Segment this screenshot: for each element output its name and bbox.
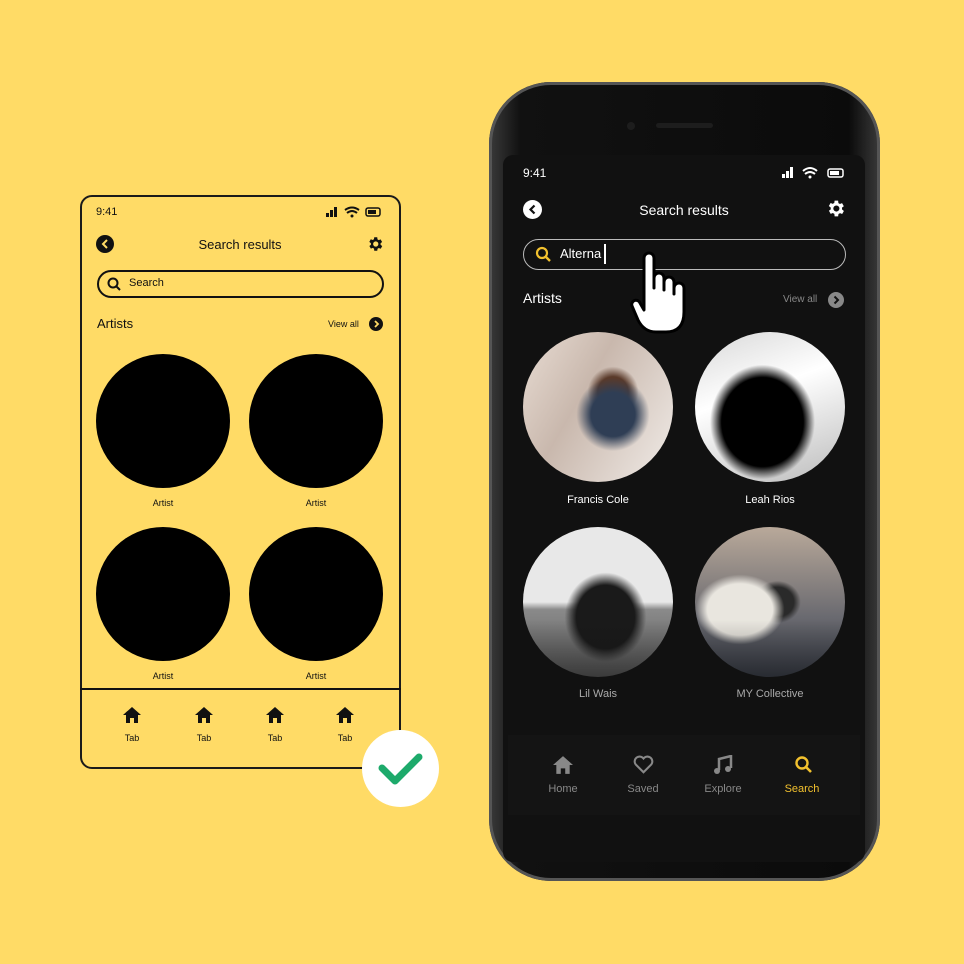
search-icon: [535, 246, 551, 262]
back-icon[interactable]: [523, 200, 542, 219]
tab-search[interactable]: Search: [785, 783, 820, 795]
wf-section-title: Artists: [97, 316, 134, 331]
artist-photo-leah-rios[interactable]: [695, 332, 845, 482]
artist-name: Francis Cole: [567, 494, 629, 506]
wf-home-icon[interactable]: [266, 707, 284, 723]
wf-artist-image[interactable]: [96, 527, 230, 661]
wf-artist-name: Artist: [152, 498, 174, 508]
wf-status-icons: [326, 206, 381, 218]
heart-icon[interactable]: [633, 755, 654, 774]
speaker: [656, 123, 713, 128]
artist-photo-francis-cole[interactable]: [523, 332, 673, 482]
tab-explore[interactable]: Explore: [704, 783, 741, 795]
tab-bar: [508, 735, 860, 815]
section-title: Artists: [523, 290, 562, 306]
wf-title: Search results: [198, 237, 282, 252]
view-all-link[interactable]: View all: [783, 294, 817, 305]
wf-search-icon: [107, 277, 121, 291]
search-value: Alterna: [560, 246, 602, 261]
wf-home-icon[interactable]: [195, 707, 213, 723]
checkmark-badge: [362, 730, 439, 807]
wf-artist-image[interactable]: [249, 354, 383, 488]
wf-view-all[interactable]: View all: [328, 319, 359, 329]
wf-tab-label: Tab: [196, 733, 212, 743]
fade-overlay: [503, 620, 865, 680]
tab-home[interactable]: Home: [548, 783, 577, 795]
tab-saved[interactable]: Saved: [627, 783, 658, 795]
wf-gear-icon[interactable]: [366, 235, 384, 253]
wf-tab-label: Tab: [124, 733, 140, 743]
wf-home-icon[interactable]: [336, 707, 354, 723]
gear-icon[interactable]: [825, 198, 846, 219]
wf-artist-image[interactable]: [96, 354, 230, 488]
wf-status-time: 9:41: [96, 206, 118, 218]
wf-tab-label: Tab: [337, 733, 353, 743]
status-icons: [782, 167, 844, 179]
wf-search-placeholder: Search: [129, 277, 164, 289]
artist-name: Lil Wais: [578, 688, 618, 700]
wf-artist-name: Artist: [152, 671, 174, 681]
camera: [627, 122, 635, 130]
page-title: Search results: [639, 202, 729, 218]
wf-back-icon[interactable]: [96, 235, 114, 253]
wf-chevron-right-icon[interactable]: [369, 317, 383, 331]
chevron-right-icon[interactable]: [828, 292, 844, 308]
wf-home-icon[interactable]: [123, 707, 141, 723]
wf-tabbar-divider: [80, 688, 401, 690]
wf-artist-name: Artist: [305, 671, 327, 681]
wf-artist-name: Artist: [305, 498, 327, 508]
search-tab-icon[interactable]: [794, 755, 814, 775]
home-icon[interactable]: [553, 756, 573, 774]
artist-name: Leah Rios: [745, 494, 795, 506]
music-icon[interactable]: [713, 755, 733, 775]
status-time: 9:41: [523, 166, 547, 180]
artist-name: MY Collective: [736, 688, 804, 700]
wf-artist-image[interactable]: [249, 527, 383, 661]
wf-tab-label: Tab: [267, 733, 283, 743]
check-icon: [378, 753, 423, 785]
hand-pointer-icon: [630, 251, 686, 334]
text-cursor: [604, 244, 606, 264]
